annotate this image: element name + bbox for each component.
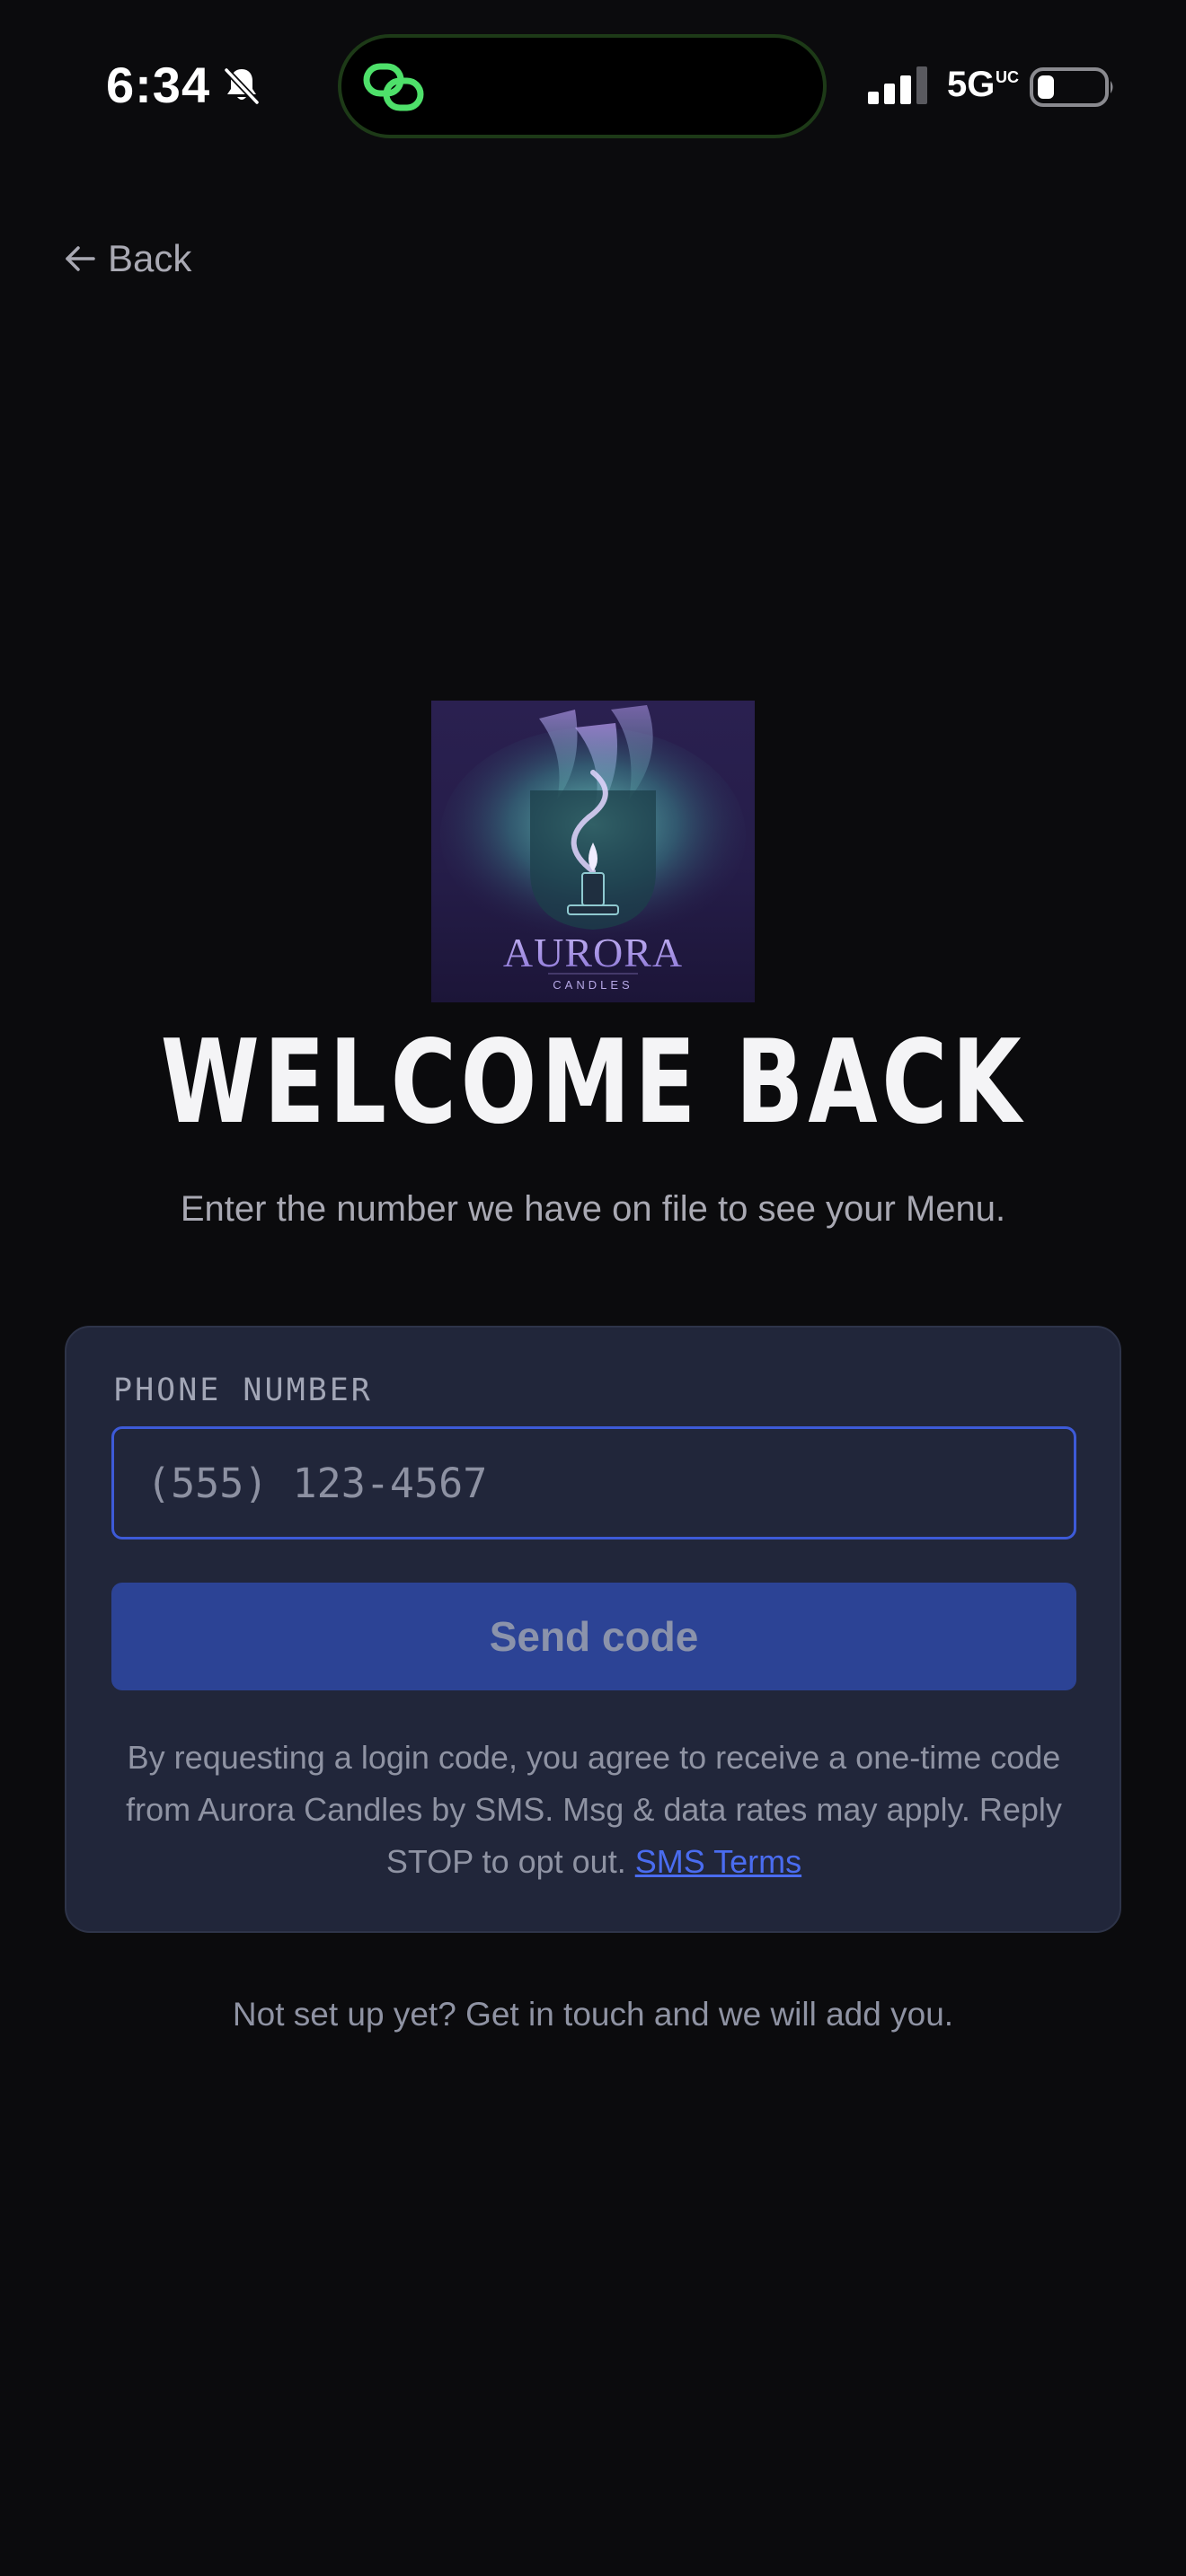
logo-brand-name: AURORA	[503, 930, 683, 975]
network-suffix: UC	[996, 68, 1019, 86]
bell-muted-icon	[224, 67, 260, 105]
page-title: WELCOME BACK	[160, 1016, 1026, 1150]
page-subtitle: Enter the number we have on file to see …	[180, 1189, 1006, 1229]
status-bar: 6:34 5G UC	[0, 0, 1186, 180]
link-icon	[363, 63, 424, 111]
phone-number-label: PHONE NUMBER	[113, 1372, 373, 1408]
consent-copy: By requesting a login code, you agree to…	[126, 1739, 1062, 1880]
brand-logo: AURORA CANDLES	[431, 701, 755, 1002]
signup-help-note: Not set up yet? Get in touch and we will…	[232, 1996, 954, 2033]
back-label: Back	[108, 237, 192, 279]
network-type: 5G	[947, 65, 996, 104]
send-code-button[interactable]: Send code	[111, 1583, 1076, 1690]
phone-number-input[interactable]	[111, 1426, 1076, 1539]
sms-terms-link[interactable]: SMS Terms	[635, 1843, 801, 1880]
battery-icon	[1030, 67, 1113, 107]
status-time: 6:34	[106, 57, 211, 113]
login-card: PHONE NUMBER Send code By requesting a l…	[65, 1326, 1121, 1933]
dynamic-island	[338, 34, 827, 138]
signal-icon	[868, 66, 927, 104]
arrow-left-icon	[66, 246, 95, 271]
sms-consent-text: By requesting a login code, you agree to…	[120, 1732, 1067, 1888]
logo-brand-sub: CANDLES	[553, 978, 633, 992]
back-button[interactable]: Back	[65, 235, 191, 282]
